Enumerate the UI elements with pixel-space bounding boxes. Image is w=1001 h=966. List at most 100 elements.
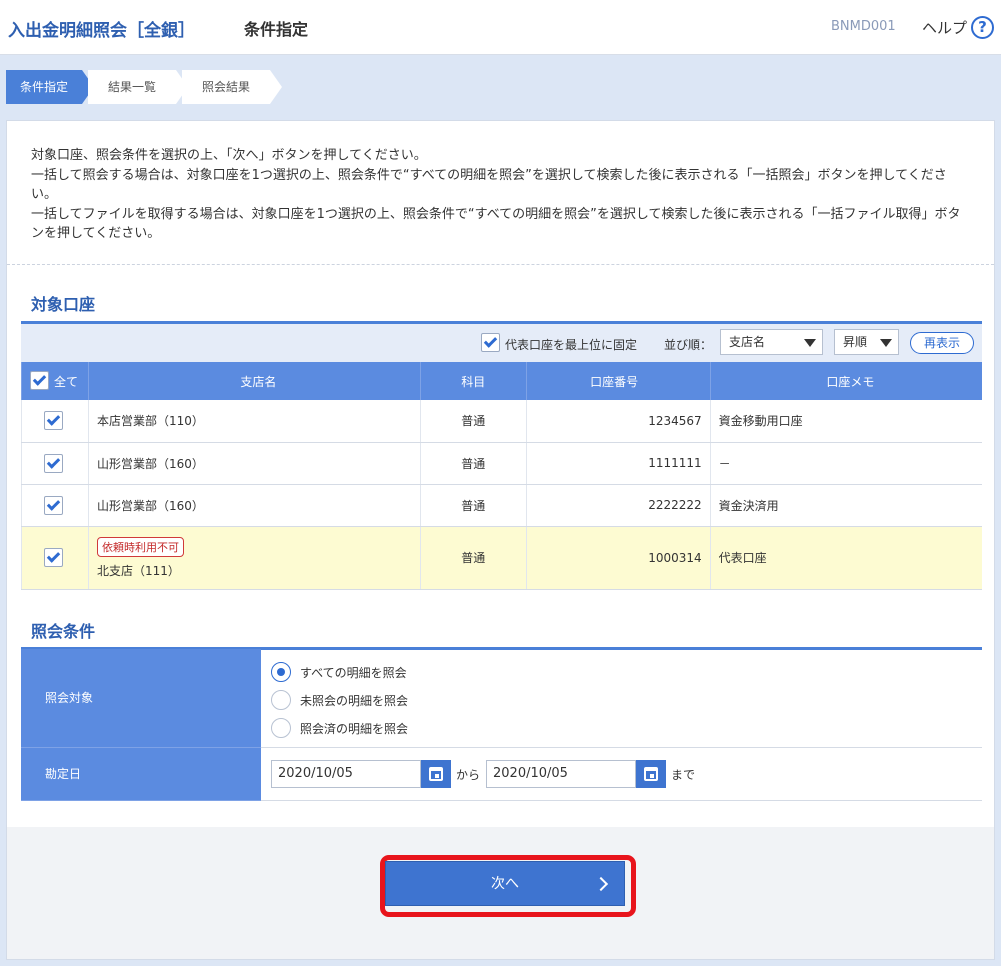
radio-button[interactable] [271,717,291,738]
pin-representative-label: 代表口座を最上位に固定 [505,338,638,352]
memo-cell: 資金決済用 [709,484,982,527]
row-select-cell [21,400,89,443]
radio-label: 照会済の明細を照会 [300,721,409,736]
step-condition: 条件指定 [6,70,94,104]
date-to-input[interactable]: 2020/10/05 [486,759,636,788]
divider [7,264,994,265]
step-indicator: 条件指定 結果一覧 照会結果 [6,70,306,104]
instructions: 対象口座、照会条件を選択の上、「次へ」ボタンを押してください。 一括して照会する… [31,146,971,244]
next-button-label: 次へ [491,876,519,892]
date-from-calendar-button[interactable] [421,759,451,788]
date-to-calendar-button[interactable] [636,759,666,788]
type-cell: 普通 [419,400,527,443]
target-options: すべての明細を照会 未照会の明細を照会 照会済の明細を照会 [261,649,982,748]
target-label: 照会対象 [21,649,261,748]
branch-cell: 山形営業部（160） [87,442,421,485]
table-row-representative: 依頼時利用不可 北支店（111） 普通 1000314 代表口座 [21,526,982,590]
help-icon[interactable]: ? [971,16,994,39]
from-text: から [456,767,481,782]
main-panel: 対象口座、照会条件を選択の上、「次へ」ボタンを押してください。 一括して照会する… [6,120,995,960]
branch-cell: 山形営業部（160） [87,484,421,527]
radio-button[interactable] [271,689,291,710]
accounts-table: 全て 支店名 科目 口座番号 口座メモ 本店営業部（110） 普通 123456… [21,362,982,590]
sort-field-value: 支店名 [729,335,766,349]
redisplay-button[interactable]: 再表示 [910,332,974,354]
memo-cell: 代表口座 [709,526,982,590]
number-cell: 1111111 [525,442,711,485]
type-cell: 普通 [419,442,527,485]
dropdown-arrow-icon [880,339,892,347]
chevron-right-icon [593,876,609,892]
step-chevron-icon [270,70,282,104]
radio-option-all[interactable]: すべての明細を照会 [271,659,982,687]
column-number: 口座番号 [525,362,711,400]
accounts-toolbar: 代表口座を最上位に固定 並び順： 支店名 昇順 [21,324,982,362]
type-cell: 普通 [419,484,527,527]
row-select-cell [21,442,89,485]
next-button[interactable]: 次へ [385,861,625,906]
row-checkbox[interactable] [44,495,63,515]
step-result-detail: 照会結果 [182,70,282,104]
check-icon [46,496,61,511]
table-row: 本店営業部（110） 普通 1234567 資金移動用口座 [21,400,982,443]
page-title: 条件指定 [244,20,309,39]
sort-label: 並び順： [664,338,713,352]
condition-date-row: 勘定日 2020/10/05 から 2020/10/05 まで [21,747,982,801]
calendar-icon [429,766,443,781]
check-icon [32,372,47,386]
condition-target-row: 照会対象 すべての明細を照会 未照会の明細を照会 照会済の明細を照会 [21,649,982,748]
dropdown-arrow-icon [804,339,816,347]
unavailable-badge: 依頼時利用不可 [96,536,184,557]
step-label: 結果一覧 [107,80,156,94]
date-from-input[interactable]: 2020/10/05 [271,759,421,788]
date-range: 2020/10/05 から 2020/10/05 まで [261,747,982,801]
radio-label: すべての明細を照会 [300,665,407,680]
row-select-cell [21,484,89,527]
table-row: 山形営業部（160） 普通 1111111 － [21,442,982,485]
memo-cell: 資金移動用口座 [709,400,982,443]
screen-id: BNMD001 [831,19,896,34]
branch-cell: 依頼時利用不可 北支店（111） [87,526,421,590]
row-checkbox[interactable] [44,453,63,473]
help-link[interactable]: ヘルプ [922,17,967,38]
row-checkbox[interactable] [44,411,63,430]
sort-field-select[interactable]: 支店名 [720,329,823,355]
calendar-icon [644,766,658,781]
number-cell: 1234567 [525,400,711,443]
table-row: 山形営業部（160） 普通 2222222 資金決済用 [21,484,982,527]
check-icon [46,412,61,426]
check-icon [46,548,61,563]
pin-representative-checkbox[interactable] [481,333,500,352]
step-label: 条件指定 [19,80,68,94]
branch-cell: 本店営業部（110） [87,400,421,443]
radio-label: 未照会の明細を照会 [300,693,409,708]
step-result-list: 結果一覧 [88,70,188,104]
to-text: まで [671,767,696,782]
memo-cell: － [709,442,982,485]
select-all-checkbox[interactable] [30,371,49,390]
date-label: 勘定日 [21,747,261,801]
select-all-header[interactable]: 全て [21,362,89,400]
app-header: 入出金明細照会［全銀］ 条件指定 BNMD001 ヘルプ ? [0,0,1001,55]
check-icon [483,334,498,348]
radio-button[interactable] [271,661,291,682]
accounts-section-title: 対象口座 [31,295,96,314]
conditions-section-title: 照会条件 [31,622,96,641]
number-cell: 2222222 [525,484,711,527]
sort-order-value: 昇順 [843,335,868,349]
check-icon [46,454,61,469]
instruction-line: 一括して照会する場合は、対象口座を1つ選択の上、照会条件で“すべての明細を照会”… [31,167,947,203]
radio-option-unviewed[interactable]: 未照会の明細を照会 [271,687,982,715]
column-memo: 口座メモ [709,362,982,400]
number-cell: 1000314 [525,526,711,590]
column-branch: 支店名 [87,362,421,400]
column-type: 科目 [419,362,527,400]
table-header-row: 全て 支店名 科目 口座番号 口座メモ [21,362,982,400]
row-checkbox[interactable] [44,547,63,567]
instruction-line: 一括してファイルを取得する場合は、対象口座を1つ選択の上、照会条件で“すべての明… [31,206,961,242]
select-all-label: 全て [54,375,79,389]
radio-option-viewed[interactable]: 照会済の明細を照会 [271,715,982,743]
sort-order-select[interactable]: 昇順 [834,329,899,355]
conditions-table: 照会対象 すべての明細を照会 未照会の明細を照会 照会済の明細を照会 勘定日 2… [21,649,982,801]
type-cell: 普通 [419,526,527,590]
